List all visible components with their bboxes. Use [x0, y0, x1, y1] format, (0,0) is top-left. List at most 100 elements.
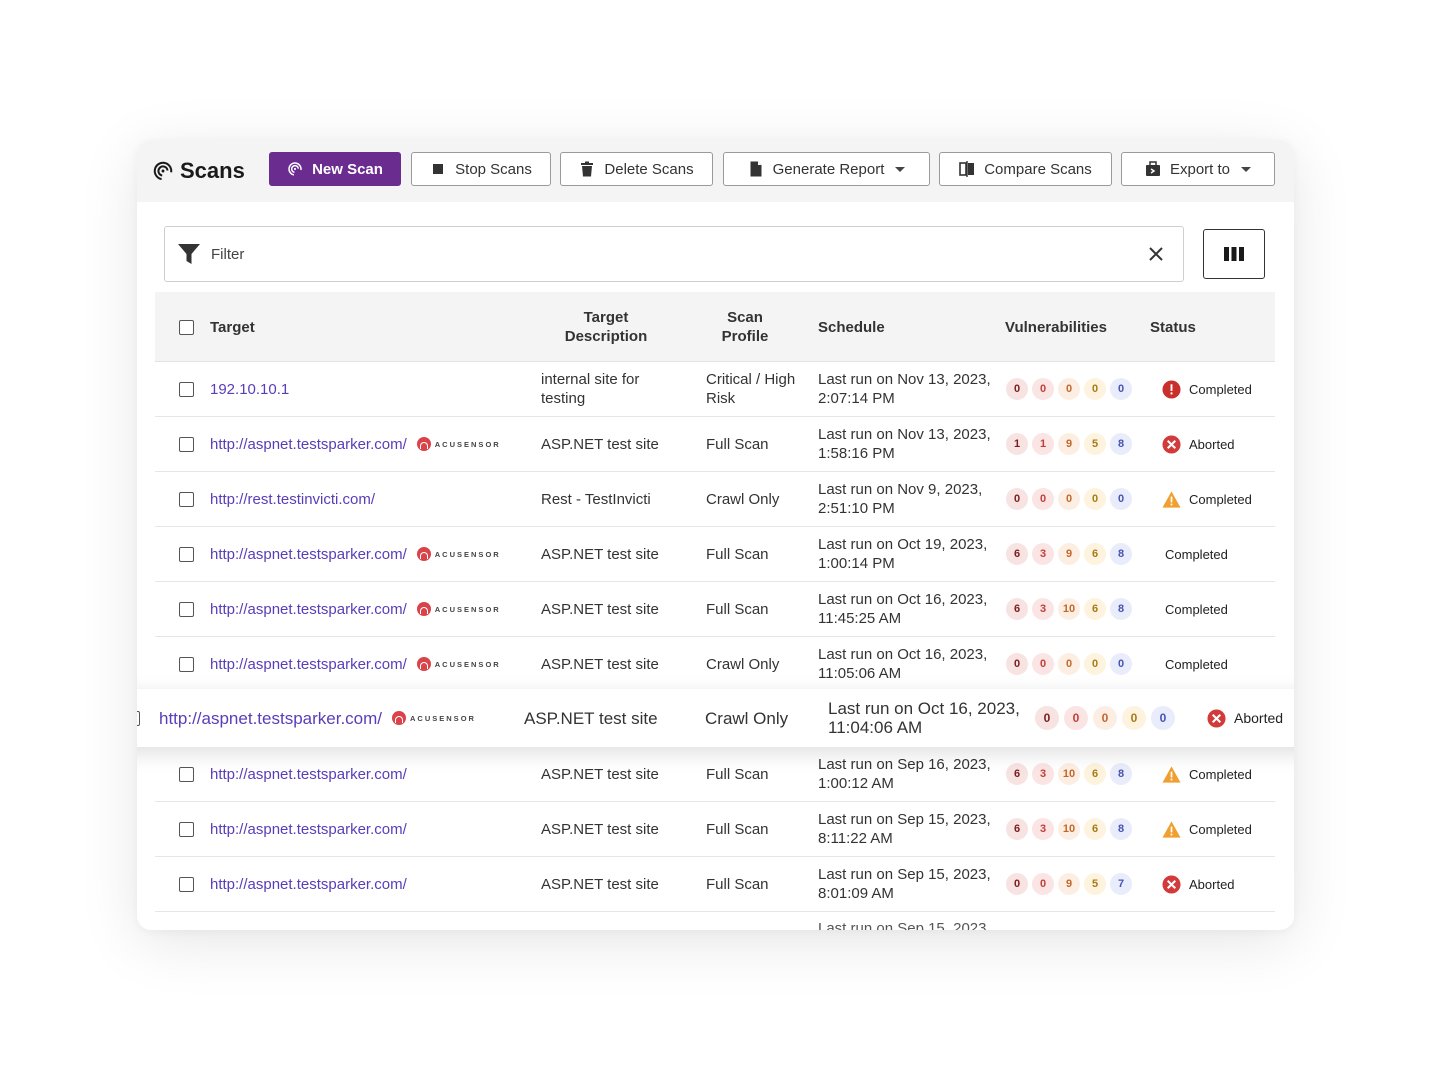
- delete-scans-label: Delete Scans: [604, 160, 694, 178]
- row-checkbox[interactable]: [179, 491, 194, 507]
- columns-icon: [1224, 247, 1244, 261]
- target-link[interactable]: http://aspnet.testsparker.com/: [210, 435, 407, 454]
- compare-scans-button[interactable]: Compare Scans: [939, 152, 1112, 186]
- profile-cell: Crawl Only: [705, 708, 789, 728]
- toolbar: Scans New Scan Stop Scans Delete Scans G…: [137, 140, 1294, 202]
- acusensor-logo-icon: [416, 602, 431, 616]
- vulnerabilities-cell: 6 3 10 6 8: [1006, 582, 1132, 636]
- target-link[interactable]: http://aspnet.testsparker.com/: [210, 600, 407, 619]
- profile-cell: Full Scan: [706, 820, 769, 838]
- vulnerabilities-cell: 6 3 10 6 8: [1006, 802, 1132, 856]
- delete-scans-button[interactable]: Delete Scans: [560, 152, 713, 186]
- stop-scans-button[interactable]: Stop Scans: [411, 152, 551, 186]
- target-link[interactable]: http://aspnet.testsparker.com/: [210, 820, 407, 839]
- schedule-cell: Last run on Oct 16, 2023, 11:45:25 AM: [818, 591, 988, 627]
- new-scan-label: New Scan: [312, 160, 383, 178]
- table-row[interactable]: http://aspnet.testsparker.com/ ASP.NET t…: [155, 747, 1275, 802]
- column-target[interactable]: Target: [210, 292, 255, 362]
- table-row[interactable]: http://aspnet.testsparker.com/ACUSENSOR …: [155, 582, 1275, 637]
- row-checkbox[interactable]: [179, 601, 194, 617]
- target-cell: 192.10.10.1: [210, 362, 289, 416]
- vuln-count-badge: 0: [1093, 706, 1117, 730]
- row-checkbox[interactable]: [179, 656, 194, 672]
- vuln-count-badge: 8: [1110, 543, 1132, 565]
- row-checkbox[interactable]: [179, 766, 194, 782]
- column-status[interactable]: Status: [1150, 292, 1196, 362]
- description-cell: ASP.NET test site: [541, 600, 659, 618]
- target-cell: http://aspnet.testsparker.com/ACUSENSOR: [210, 527, 501, 581]
- target-link[interactable]: http://aspnet.testsparker.com/: [210, 545, 407, 564]
- close-icon[interactable]: [1147, 245, 1165, 263]
- vuln-count-badge: 0: [1032, 873, 1054, 895]
- schedule-cell: Last run on Nov 9, 2023, 2:51:10 PM: [818, 481, 983, 517]
- acusensor-label: ACUSENSOR: [434, 439, 501, 449]
- table-row[interactable]: http://aspnet.testsparker.com/ACUSENSOR …: [155, 637, 1275, 692]
- table-row[interactable]: http://aspnet.testsparker.com/ACUSENSOR …: [155, 527, 1275, 582]
- profile-cell: Full Scan: [706, 765, 769, 783]
- target-link[interactable]: http://rest.testinvicti.com/: [210, 490, 375, 509]
- vulnerabilities-cell: 00000: [1035, 689, 1175, 747]
- vuln-count-badge: 0: [1064, 706, 1088, 730]
- row-select-cell: [179, 527, 194, 581]
- row-select-cell: [179, 582, 194, 636]
- description-cell: ASP.NET test site: [541, 875, 659, 893]
- compare-icon: [959, 161, 975, 177]
- description-cell: ASP.NET test site: [541, 765, 659, 783]
- target-link[interactable]: 192.10.10.1: [210, 380, 289, 399]
- table-row[interactable]: http://aspnet.testsparker.com/ ASP.NET t…: [155, 857, 1275, 912]
- row-select-cell: [179, 472, 194, 526]
- status-cell: Completed: [1165, 527, 1228, 581]
- row-checkbox[interactable]: [179, 436, 194, 452]
- column-schedule[interactable]: Schedule: [818, 292, 885, 362]
- vuln-count-badge: 0: [1084, 488, 1106, 510]
- scan-icon: [153, 161, 173, 181]
- vuln-count-badge: 3: [1032, 818, 1054, 840]
- acusensor-logo-icon: [392, 711, 407, 725]
- acusensor-badge: ACUSENSOR: [416, 545, 501, 564]
- column-vulnerabilities[interactable]: Vulnerabilities: [1005, 292, 1107, 362]
- schedule-cell: Last run on Oct 16, 2023, 11:05:06 AM: [818, 646, 988, 682]
- row-checkbox[interactable]: [179, 821, 194, 837]
- vuln-count-badge: 0: [1058, 378, 1080, 400]
- filter-input[interactable]: [211, 245, 1147, 263]
- columns-button[interactable]: [1203, 229, 1265, 279]
- vuln-count-badge: 0: [1122, 706, 1146, 730]
- partial-row: Last run on Sep 15, 2023: [155, 912, 1275, 930]
- vuln-count-badge: 0: [1110, 653, 1132, 675]
- target-cell: http://aspnet.testsparker.com/: [210, 747, 407, 801]
- column-description[interactable]: Target Description: [551, 292, 661, 362]
- profile-cell: Full Scan: [706, 875, 769, 893]
- table-row[interactable]: http://rest.testinvicti.com/ Rest - Test…: [155, 472, 1275, 527]
- vulnerabilities-cell: 00000: [1006, 472, 1132, 526]
- vuln-count-badge: 6: [1084, 763, 1106, 785]
- table-row[interactable]: http://aspnet.testsparker.com/ACUSENSOR …: [155, 417, 1275, 472]
- acusensor-label: ACUSENSOR: [410, 713, 476, 723]
- row-checkbox[interactable]: [137, 710, 140, 726]
- table-row[interactable]: http://aspnet.testsparker.com/ ASP.NET t…: [155, 802, 1275, 857]
- new-scan-button[interactable]: New Scan: [269, 152, 401, 186]
- schedule-cell: Last run on Nov 13, 2023, 1:58:16 PM: [818, 426, 991, 462]
- row-select-cell: [179, 417, 194, 471]
- target-link[interactable]: http://aspnet.testsparker.com/: [159, 709, 382, 728]
- warning-icon: [1162, 765, 1181, 783]
- description-cell: ASP.NET test site: [541, 435, 659, 453]
- target-link[interactable]: http://aspnet.testsparker.com/: [210, 875, 407, 894]
- row-select-cell: [179, 637, 194, 691]
- acusensor-logo-icon: [416, 547, 431, 561]
- row-checkbox[interactable]: [179, 381, 194, 397]
- generate-report-button[interactable]: Generate Report: [723, 152, 930, 186]
- export-to-button[interactable]: Export to: [1121, 152, 1275, 186]
- column-profile[interactable]: Scan Profile: [713, 292, 777, 362]
- target-link[interactable]: http://aspnet.testsparker.com/: [210, 655, 407, 674]
- warning-icon: [1162, 820, 1181, 838]
- vuln-count-badge: 10: [1058, 763, 1080, 785]
- row-checkbox[interactable]: [179, 546, 194, 562]
- table-row[interactable]: 192.10.10.1 internal site for testing Cr…: [155, 362, 1275, 417]
- table-row[interactable]: http://aspnet.testsparker.com/ACUSENSOR …: [137, 689, 1294, 747]
- row-checkbox[interactable]: [179, 876, 194, 892]
- target-link[interactable]: http://aspnet.testsparker.com/: [210, 765, 407, 784]
- schedule-cell: Last run on Oct 16, 2023, 11:04:06 AM: [828, 699, 1020, 737]
- vuln-count-badge: 8: [1110, 763, 1132, 785]
- select-all-checkbox[interactable]: [179, 319, 194, 335]
- row-select-cell: [179, 802, 194, 856]
